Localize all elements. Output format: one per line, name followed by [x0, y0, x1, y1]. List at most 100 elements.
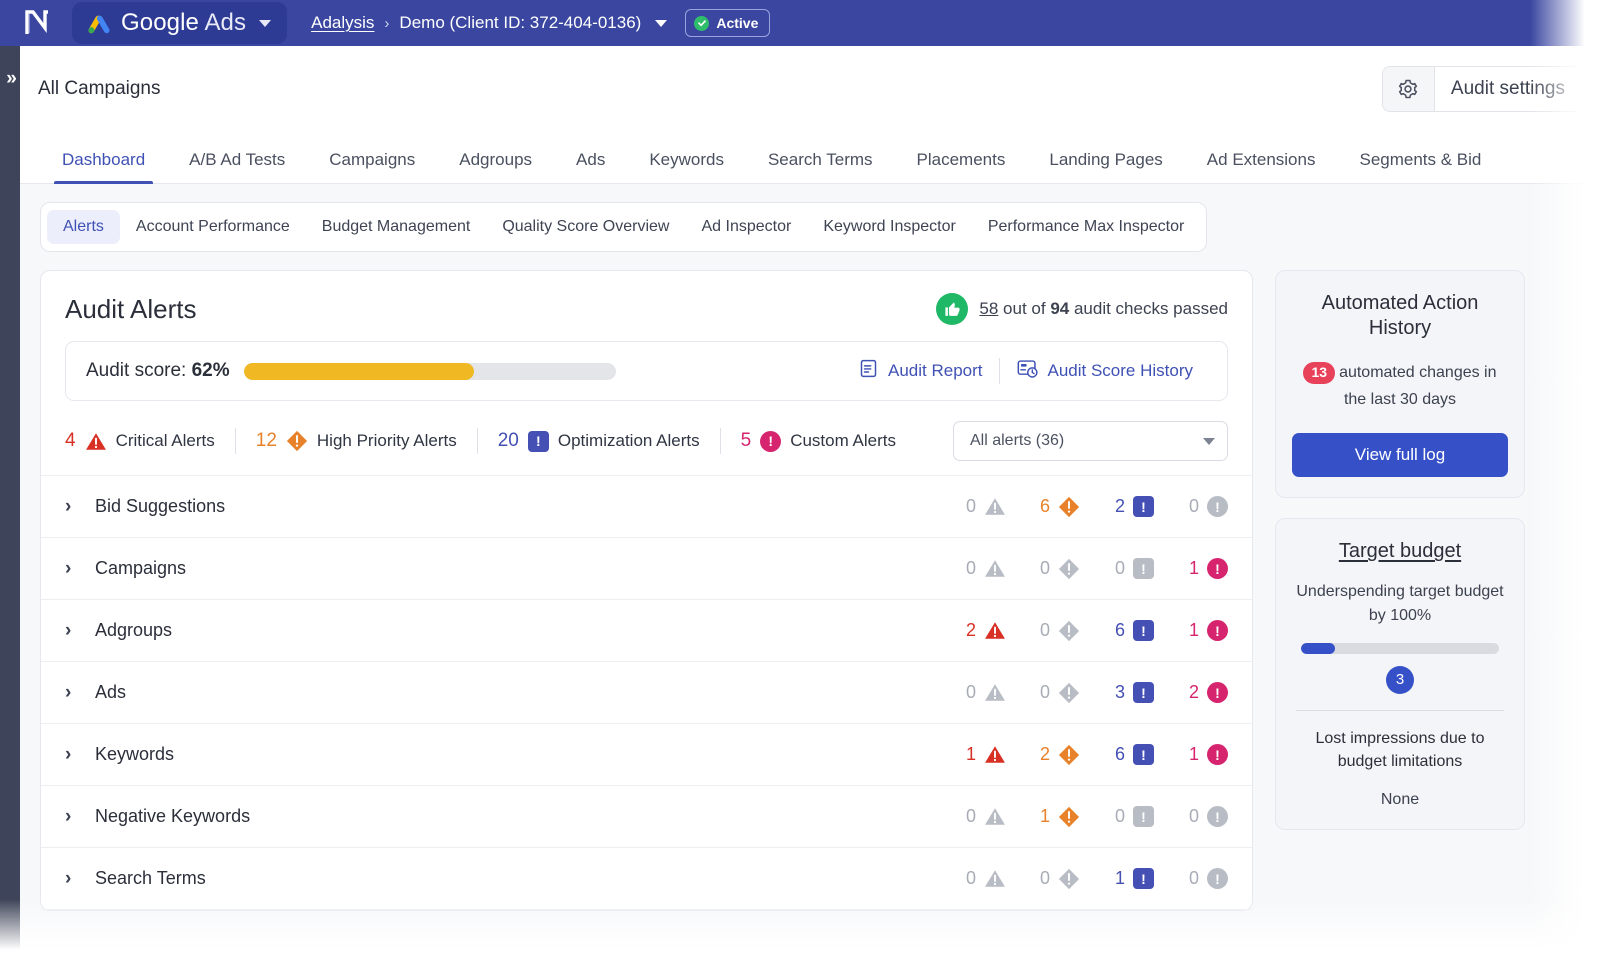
tab-adgroups[interactable]: Adgroups [437, 150, 554, 183]
alert-row-cell[interactable]: 1 [932, 744, 1006, 765]
alert-row-cell[interactable]: 2 [1006, 744, 1080, 766]
table-row[interactable]: ›Search Terms001!0! [41, 848, 1252, 910]
chevron-right-icon[interactable]: › [65, 682, 79, 704]
subtab-quality-score-overview[interactable]: Quality Score Overview [486, 210, 685, 244]
alert-row-cell[interactable]: 1! [1154, 620, 1228, 641]
tab-placements[interactable]: Placements [895, 150, 1028, 183]
chevron-down-icon[interactable] [1203, 438, 1215, 445]
tab-segments-bid[interactable]: Segments & Bid [1337, 150, 1503, 183]
audit-report-link[interactable]: Audit Report [842, 358, 999, 384]
alert-row-cell[interactable]: 0 [1006, 558, 1080, 580]
tab-search-terms[interactable]: Search Terms [746, 150, 895, 183]
tab-a-b-ad-tests[interactable]: A/B Ad Tests [167, 150, 307, 183]
table-row[interactable]: › Bid Suggestions 062!0! [41, 476, 1252, 538]
alert-row-cell[interactable]: 0 [1006, 868, 1080, 890]
alert-row-cell[interactable]: 1! [1154, 558, 1228, 579]
alert-row-cell[interactable]: 1! [1154, 744, 1228, 765]
audit-settings-label[interactable]: Audit settings [1435, 67, 1581, 111]
table-row[interactable]: ›Ads003!2! [41, 662, 1252, 724]
adalysis-logo-icon[interactable] [14, 8, 60, 38]
alert-filter-select[interactable]: All alerts (36) [953, 421, 1228, 461]
table-row[interactable]: ›Adgroups206!1! [41, 600, 1252, 662]
alert-row-cell[interactable]: 6! [1080, 744, 1154, 765]
subtab-ad-inspector[interactable]: Ad Inspector [685, 210, 807, 244]
alert-row-cell[interactable]: 0 [932, 868, 1006, 889]
alert-count-label: Custom Alerts [790, 431, 896, 451]
alert-row-cell[interactable]: 0 [1006, 620, 1080, 642]
audit-checks-passed: 58 out of 94 audit checks passed [936, 293, 1228, 325]
table-row[interactable]: ›Keywords126!1! [41, 724, 1252, 786]
audit-score-history-link[interactable]: Audit Score History [1000, 358, 1210, 384]
alert-row-cell-value: 0 [1040, 558, 1050, 579]
tab-keywords[interactable]: Keywords [627, 150, 746, 183]
tab-dashboard[interactable]: Dashboard [40, 150, 167, 183]
alert-row-cell[interactable]: 6 [1006, 496, 1080, 518]
target-budget-title[interactable]: Target budget [1292, 539, 1508, 564]
alert-row-cell[interactable]: 0 [932, 806, 1006, 827]
tab-campaigns[interactable]: Campaigns [307, 150, 437, 183]
subtab-budget-management[interactable]: Budget Management [306, 210, 487, 244]
alert-row-cell[interactable]: 1 [1006, 806, 1080, 828]
alert-row-cell[interactable]: 0 [1006, 682, 1080, 704]
alert-row-cell-value: 2 [966, 620, 976, 641]
chevron-right-icon[interactable]: › [65, 558, 79, 580]
google-ads-switcher[interactable]: Google Ads [72, 2, 287, 44]
tab-ad-extensions[interactable]: Ad Extensions [1185, 150, 1338, 183]
checks-passed-count[interactable]: 58 [979, 299, 998, 318]
tab-landing-pages[interactable]: Landing Pages [1027, 150, 1184, 183]
alert-row-cell[interactable]: 6! [1080, 620, 1154, 641]
breadcrumb-account-link[interactable]: Adalysis [311, 13, 374, 33]
alert-row-cell-value: 6 [1115, 620, 1125, 641]
chevron-right-icon[interactable]: › [65, 496, 79, 518]
check-circle-icon [694, 16, 709, 31]
alert-row-cell[interactable]: 0! [1080, 806, 1154, 827]
optimization-square-icon: ! [528, 431, 549, 452]
status-badge[interactable]: Active [685, 9, 770, 37]
tab-ads[interactable]: Ads [554, 150, 627, 183]
chevron-right-icon[interactable]: › [65, 620, 79, 642]
alert-count-critical-alerts[interactable]: 4Critical Alerts [65, 430, 235, 452]
view-full-log-button[interactable]: View full log [1292, 433, 1508, 477]
left-rail: » [0, 46, 20, 959]
alert-row-cell[interactable]: 0! [1154, 806, 1228, 827]
chevron-right-icon[interactable]: › [65, 806, 79, 828]
alert-row-label: Bid Suggestions [95, 496, 225, 517]
subtab-keyword-inspector[interactable]: Keyword Inspector [807, 210, 972, 244]
subtab-alerts[interactable]: Alerts [47, 210, 120, 244]
breadcrumb-current-account[interactable]: Demo (Client ID: 372-404-0136) [399, 13, 641, 33]
table-row[interactable]: ›Negative Keywords010!0! [41, 786, 1252, 848]
alert-count-optimization-alerts[interactable]: 20!Optimization Alerts [478, 430, 720, 452]
subtab-performance-max-inspector[interactable]: Performance Max Inspector [972, 210, 1201, 244]
table-row[interactable]: ›Campaigns000!1! [41, 538, 1252, 600]
alert-row-cell[interactable]: 1! [1080, 868, 1154, 889]
alert-row-cell-value: 0 [1189, 868, 1199, 889]
alert-row-cell[interactable]: 0 [932, 558, 1006, 579]
alert-count-custom-alerts[interactable]: 5!Custom Alerts [721, 430, 916, 452]
alert-row-cell[interactable]: 0! [1154, 868, 1228, 889]
gear-icon[interactable] [1383, 67, 1435, 111]
alert-row-counts: 003!2! [932, 682, 1228, 704]
alert-row-cell[interactable]: 0! [1080, 558, 1154, 579]
checks-middle-text: out of [998, 299, 1050, 318]
chevron-down-icon[interactable] [259, 20, 271, 27]
alert-row-cell[interactable]: 2! [1080, 496, 1154, 517]
alert-row-cell[interactable]: 2! [1154, 682, 1228, 703]
alert-row-cell[interactable]: 0 [932, 496, 1006, 517]
alert-row-cell[interactable]: 0! [1154, 496, 1228, 517]
alert-row-label: Ads [95, 682, 126, 703]
page-header: All Campaigns Audit settings [20, 46, 1600, 132]
alert-row-label: Search Terms [95, 868, 206, 889]
alert-row-cell[interactable]: 0 [932, 682, 1006, 703]
audit-settings-button[interactable]: Audit settings [1382, 66, 1582, 112]
alert-row-cell[interactable]: 3! [1080, 682, 1154, 703]
critical-triangle-icon [984, 683, 1006, 702]
alert-count-high-priority-alerts[interactable]: 12High Priority Alerts [236, 430, 477, 452]
chevron-right-icon[interactable]: › [65, 868, 79, 890]
chevron-right-icon[interactable]: › [65, 744, 79, 766]
alert-row-cell[interactable]: 2 [932, 620, 1006, 641]
subtab-account-performance[interactable]: Account Performance [120, 210, 306, 244]
double-chevron-right-icon[interactable]: » [0, 66, 21, 92]
chevron-down-icon[interactable] [655, 20, 667, 27]
page-content: All Campaigns Audit settings DashboardA/… [20, 46, 1600, 959]
custom-circle-icon: ! [1207, 620, 1228, 641]
